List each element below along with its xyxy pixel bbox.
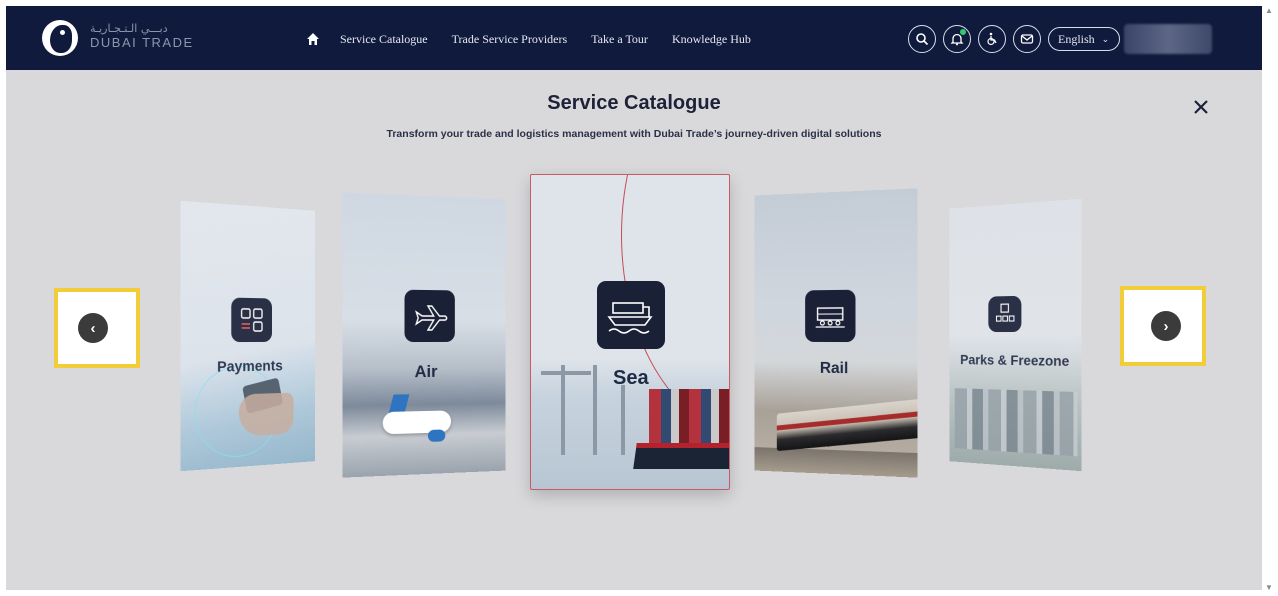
crane-arm-graphic [541,371,591,375]
user-profile-blurred[interactable] [1124,24,1212,54]
notifications-button[interactable] [943,25,971,53]
plane-engine-graphic [427,429,446,442]
language-select[interactable]: English ⌄ [1048,27,1121,51]
crane-graphic [621,385,625,455]
crane-graphic [593,365,597,455]
dubai-trade-logo[interactable] [42,20,78,56]
accessibility-button[interactable] [978,25,1006,53]
card-payments[interactable]: Payments [180,200,316,472]
nav-trade-service-providers[interactable]: Trade Service Providers [452,32,568,47]
payments-grid-icon [231,297,273,343]
airplane-icon [404,289,455,343]
industrial-park-graphic [954,388,1078,457]
brand-name-arabic: دبـــي الـتـجـاريـة [90,22,168,35]
search-button[interactable] [908,25,936,53]
chevron-down-icon: ⌄ [1101,33,1110,44]
card-label-rail: Rail [819,359,849,378]
top-navigation-bar: دبـــي الـتـجـاريـة DUBAI TRADE Service … [6,6,1262,70]
search-icon [916,33,929,46]
mail-icon [1020,34,1034,44]
header-tools: English ⌄ [908,25,1121,53]
home-icon[interactable] [306,32,320,46]
building-icon [988,295,1022,333]
close-icon [1194,100,1208,114]
carousel-next-highlight[interactable]: › [1120,286,1206,366]
train-icon [805,289,856,343]
nav-knowledge-hub[interactable]: Knowledge Hub [672,32,751,47]
chevron-right-icon[interactable]: › [1151,311,1181,341]
scrollbar-up-arrow-icon[interactable]: ▲ [1265,6,1273,15]
card-sea-active[interactable]: Sea [530,174,730,490]
ship-icon [597,281,665,349]
card-label-air: Air [414,361,438,382]
mail-button[interactable] [1013,25,1041,53]
ship-hull-graphic [633,443,729,469]
card-label-payments: Payments [217,357,283,376]
falcon-eye [60,30,65,35]
card-parks-freezone[interactable]: Parks & Freezone [949,198,1082,472]
wheelchair-icon [987,32,997,46]
card-air[interactable]: Air [342,192,506,478]
carousel-prev-highlight[interactable]: ‹ [54,288,140,368]
notification-dot [960,29,966,35]
close-button[interactable] [1190,96,1212,118]
main-nav: Service Catalogue Trade Service Provider… [306,30,775,48]
container-stack-graphic [649,389,729,443]
scrollbar-down-arrow-icon[interactable]: ▼ [1265,583,1273,592]
crane-graphic [561,365,565,455]
browser-viewport: دبـــي الـتـجـاريـة DUBAI TRADE Service … [6,6,1262,590]
nav-take-a-tour[interactable]: Take a Tour [591,32,648,47]
page: دبـــي الـتـجـاريـة DUBAI TRADE Service … [0,0,1278,596]
nav-service-catalogue[interactable]: Service Catalogue [340,32,428,47]
card-label-sea: Sea [613,367,649,389]
modal-subtitle: Transform your trade and logistics manag… [386,128,882,140]
brand-name-english: DUBAI TRADE [90,35,194,50]
hand-graphic [238,392,294,437]
rail-tracks-graphic [754,447,918,478]
language-value: English [1058,31,1095,46]
modal-title: Service Catalogue [547,92,721,114]
chevron-left-icon[interactable]: ‹ [78,313,108,343]
card-label-parks-freezone: Parks & Freezone [960,351,1070,370]
card-rail[interactable]: Rail [754,188,918,478]
